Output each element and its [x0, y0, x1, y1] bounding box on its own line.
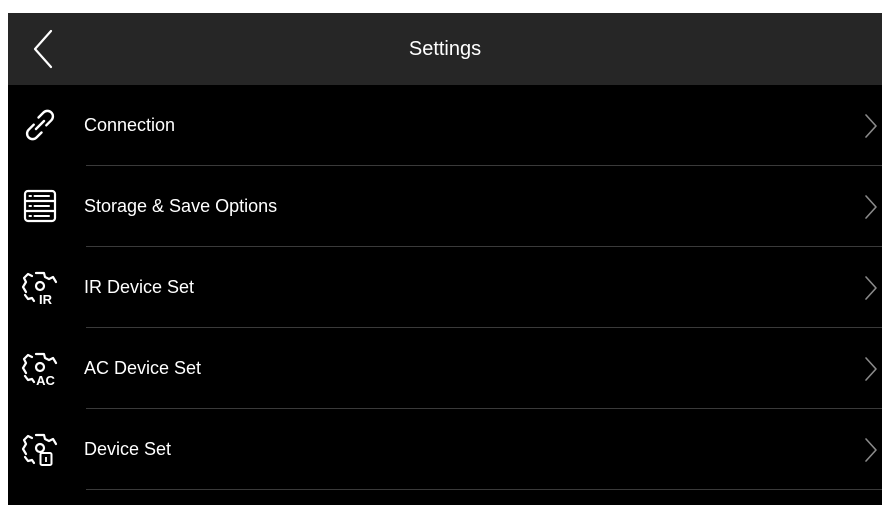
settings-item-label: Connection — [84, 115, 176, 135]
settings-item-ac-device-set[interactable]: AC AC Device Set — [8, 328, 882, 409]
gear-icon-badge: AC — [36, 373, 55, 388]
settings-item-storage[interactable]: Storage & Save Options — [8, 166, 882, 247]
settings-item-label: Storage & Save Options — [84, 196, 278, 216]
chevron-right-icon — [865, 114, 877, 138]
link-icon — [25, 109, 55, 141]
chevron-right-icon — [865, 195, 877, 219]
settings-item-label: IR Device Set — [84, 277, 195, 297]
header-bar: Settings — [8, 13, 882, 85]
storage-icon — [23, 189, 57, 223]
chevron-left-icon — [33, 29, 53, 69]
gear-ir-icon: IR — [21, 271, 58, 307]
settings-item-ir-device-set[interactable]: IR IR Device Set — [8, 247, 882, 328]
gear-icon-badge: IR — [39, 292, 53, 307]
row-divider — [86, 489, 882, 490]
settings-item-device-set[interactable]: Device Set — [8, 409, 882, 490]
settings-list: Connection Storage & Save Options IR IR … — [8, 85, 882, 490]
settings-item-label: Device Set — [84, 439, 172, 459]
chevron-right-icon — [865, 276, 877, 300]
settings-screen: Settings Connection Storage & Save Optio… — [8, 13, 882, 505]
back-button[interactable] — [26, 27, 62, 71]
settings-item-connection[interactable]: Connection — [8, 85, 882, 166]
gear-ac-icon: AC — [21, 352, 58, 388]
chevron-right-icon — [865, 438, 877, 462]
gear-device-icon — [21, 433, 58, 466]
chevron-right-icon — [865, 357, 877, 381]
settings-item-label: AC Device Set — [84, 358, 202, 378]
page-title: Settings — [408, 38, 482, 60]
